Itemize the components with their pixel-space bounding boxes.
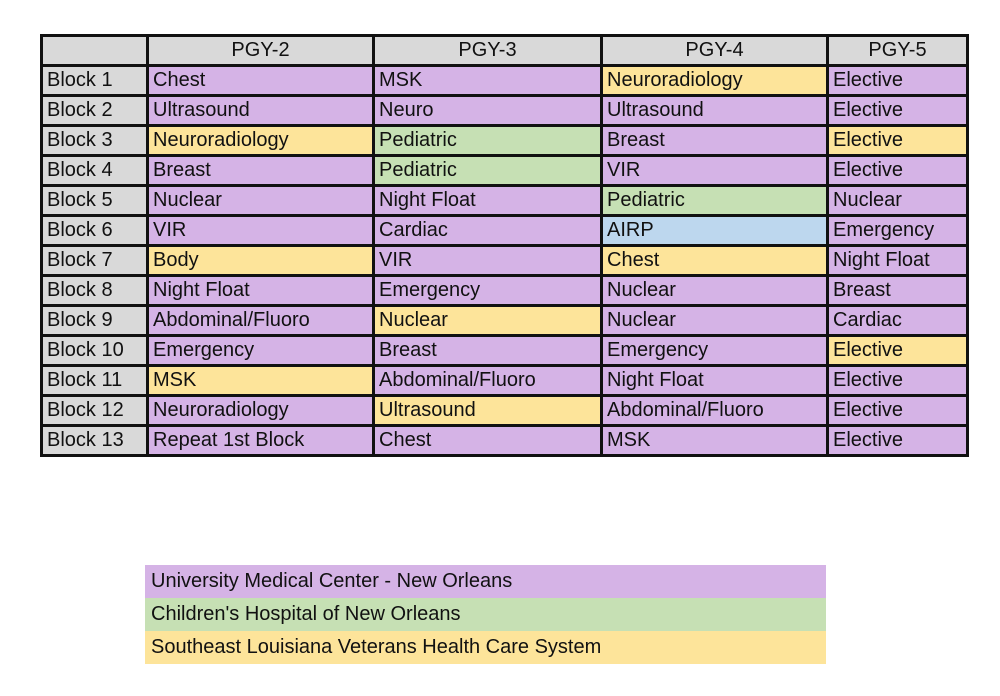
rotation-cell: Chest — [600, 244, 829, 277]
rotation-cell: Ultrasound — [372, 394, 603, 427]
header-pgy-5: PGY-5 — [826, 34, 969, 67]
rotation-cell: Emergency — [826, 214, 969, 247]
table-row: Block 4 Breast Pediatric VIR Elective — [40, 154, 969, 187]
rotation-cell: Emergency — [600, 334, 829, 367]
rotation-cell: Night Float — [600, 364, 829, 397]
table-row: Block 3 Neuroradiology Pediatric Breast Elec… — [40, 124, 969, 157]
rotation-cell: Emergency — [372, 274, 603, 307]
rotation-cell: Nuclear — [600, 274, 829, 307]
rotation-cell: Nuclear — [146, 184, 375, 217]
rotation-cell: Neuro — [372, 94, 603, 127]
header-pgy-2: PGY-2 — [146, 34, 375, 67]
rotation-cell: MSK — [600, 424, 829, 457]
rotation-cell: Pediatric — [372, 154, 603, 187]
rotation-cell: Night Float — [372, 184, 603, 217]
rotation-cell: Elective — [826, 334, 969, 367]
block-label: Block 10 — [40, 334, 149, 367]
table-row: Block 5 Nuclear Night Float Pediatric Nuclea… — [40, 184, 969, 217]
rotation-cell: Breast — [146, 154, 375, 187]
rotation-cell: Abdominal/Fluoro — [600, 394, 829, 427]
rotation-cell: Breast — [372, 334, 603, 367]
block-label: Block 6 — [40, 214, 149, 247]
rotation-cell: Pediatric — [600, 184, 829, 217]
block-label: Block 12 — [40, 394, 149, 427]
rotation-cell: Neuroradiology — [600, 64, 829, 97]
corner-cell — [40, 34, 149, 67]
header-pgy-3: PGY-3 — [372, 34, 603, 67]
rotation-cell: Chest — [372, 424, 603, 457]
block-label: Block 11 — [40, 364, 149, 397]
table-row: Block 8 Night Float Emergency Nuclear Breast — [40, 274, 969, 307]
rotation-cell: Breast — [826, 274, 969, 307]
rotation-cell: VIR — [600, 154, 829, 187]
block-label: Block 8 — [40, 274, 149, 307]
table-row: Block 11 MSK Abdominal/Fluoro Night Float El… — [40, 364, 969, 397]
rotation-cell: Night Float — [826, 244, 969, 277]
rotation-cell: Cardiac — [372, 214, 603, 247]
table-row: Block 7 Body VIR Chest Night Float — [40, 244, 969, 277]
rotation-cell: Neuroradiology — [146, 394, 375, 427]
block-label: Block 3 — [40, 124, 149, 157]
table-row: Block 9 Abdominal/Fluoro Nuclear Nuclear Car… — [40, 304, 969, 337]
rotation-cell: Elective — [826, 124, 969, 157]
rotation-cell: Abdominal/Fluoro — [372, 364, 603, 397]
rotation-cell: Elective — [826, 364, 969, 397]
block-label: Block 9 — [40, 304, 149, 337]
rotation-cell: Elective — [826, 394, 969, 427]
rotation-cell: Pediatric — [372, 124, 603, 157]
table-row: Block 10 Emergency Breast Emergency Elective — [40, 334, 969, 367]
table-row: Block 6 VIR Cardiac AIRP Emergency — [40, 214, 969, 247]
table-row: Block 13 Repeat 1st Block Chest MSK Elective — [40, 424, 969, 457]
table-row: Block 12 Neuroradiology Ultrasound Abdomina… — [40, 394, 969, 427]
rotation-cell: MSK — [372, 64, 603, 97]
block-label: Block 13 — [40, 424, 149, 457]
rotation-cell: Repeat 1st Block — [146, 424, 375, 457]
rotation-cell: Neuroradiology — [146, 124, 375, 157]
rotation-cell: Elective — [826, 424, 969, 457]
rotation-cell: Breast — [600, 124, 829, 157]
rotation-cell: Elective — [826, 64, 969, 97]
header-pgy-4: PGY-4 — [600, 34, 829, 67]
rotation-cell: Ultrasound — [146, 94, 375, 127]
rotation-cell: Elective — [826, 94, 969, 127]
table-row: Block 2 Ultrasound Neuro Ultrasound Elective — [40, 94, 969, 127]
rotation-cell: MSK — [146, 364, 375, 397]
rotation-cell: VIR — [146, 214, 375, 247]
rotation-cell: Body — [146, 244, 375, 277]
rotation-cell: Nuclear — [600, 304, 829, 337]
block-label: Block 7 — [40, 244, 149, 277]
rotation-cell: Night Float — [146, 274, 375, 307]
rotation-cell: Chest — [146, 64, 375, 97]
block-label: Block 4 — [40, 154, 149, 187]
rotation-cell: AIRP — [600, 214, 829, 247]
header-row: PGY-2 PGY-3 PGY-4 PGY-5 — [40, 34, 969, 67]
rotation-cell: Cardiac — [826, 304, 969, 337]
block-label: Block 2 — [40, 94, 149, 127]
legend-item: Children's Hospital of New Orleans — [145, 598, 826, 631]
block-label: Block 5 — [40, 184, 149, 217]
rotation-cell: Emergency — [146, 334, 375, 367]
table-row: Block 1 Chest MSK Neuroradiology Elective — [40, 64, 969, 97]
block-label: Block 1 — [40, 64, 149, 97]
rotation-cell: Ultrasound — [600, 94, 829, 127]
legend-item: University Medical Center - New Orleans — [145, 565, 826, 598]
rotation-schedule-table: PGY-2 PGY-3 PGY-4 PGY-5 Block 1 Chest MSK N… — [40, 34, 969, 457]
legend-item: Southeast Louisiana Veterans Health Care… — [145, 631, 826, 664]
rotation-cell: Abdominal/Fluoro — [146, 304, 375, 337]
rotation-cell: Elective — [826, 154, 969, 187]
site-legend: University Medical Center - New Orleans C… — [145, 565, 826, 664]
rotation-cell: VIR — [372, 244, 603, 277]
rotation-cell: Nuclear — [372, 304, 603, 337]
rotation-cell: Nuclear — [826, 184, 969, 217]
